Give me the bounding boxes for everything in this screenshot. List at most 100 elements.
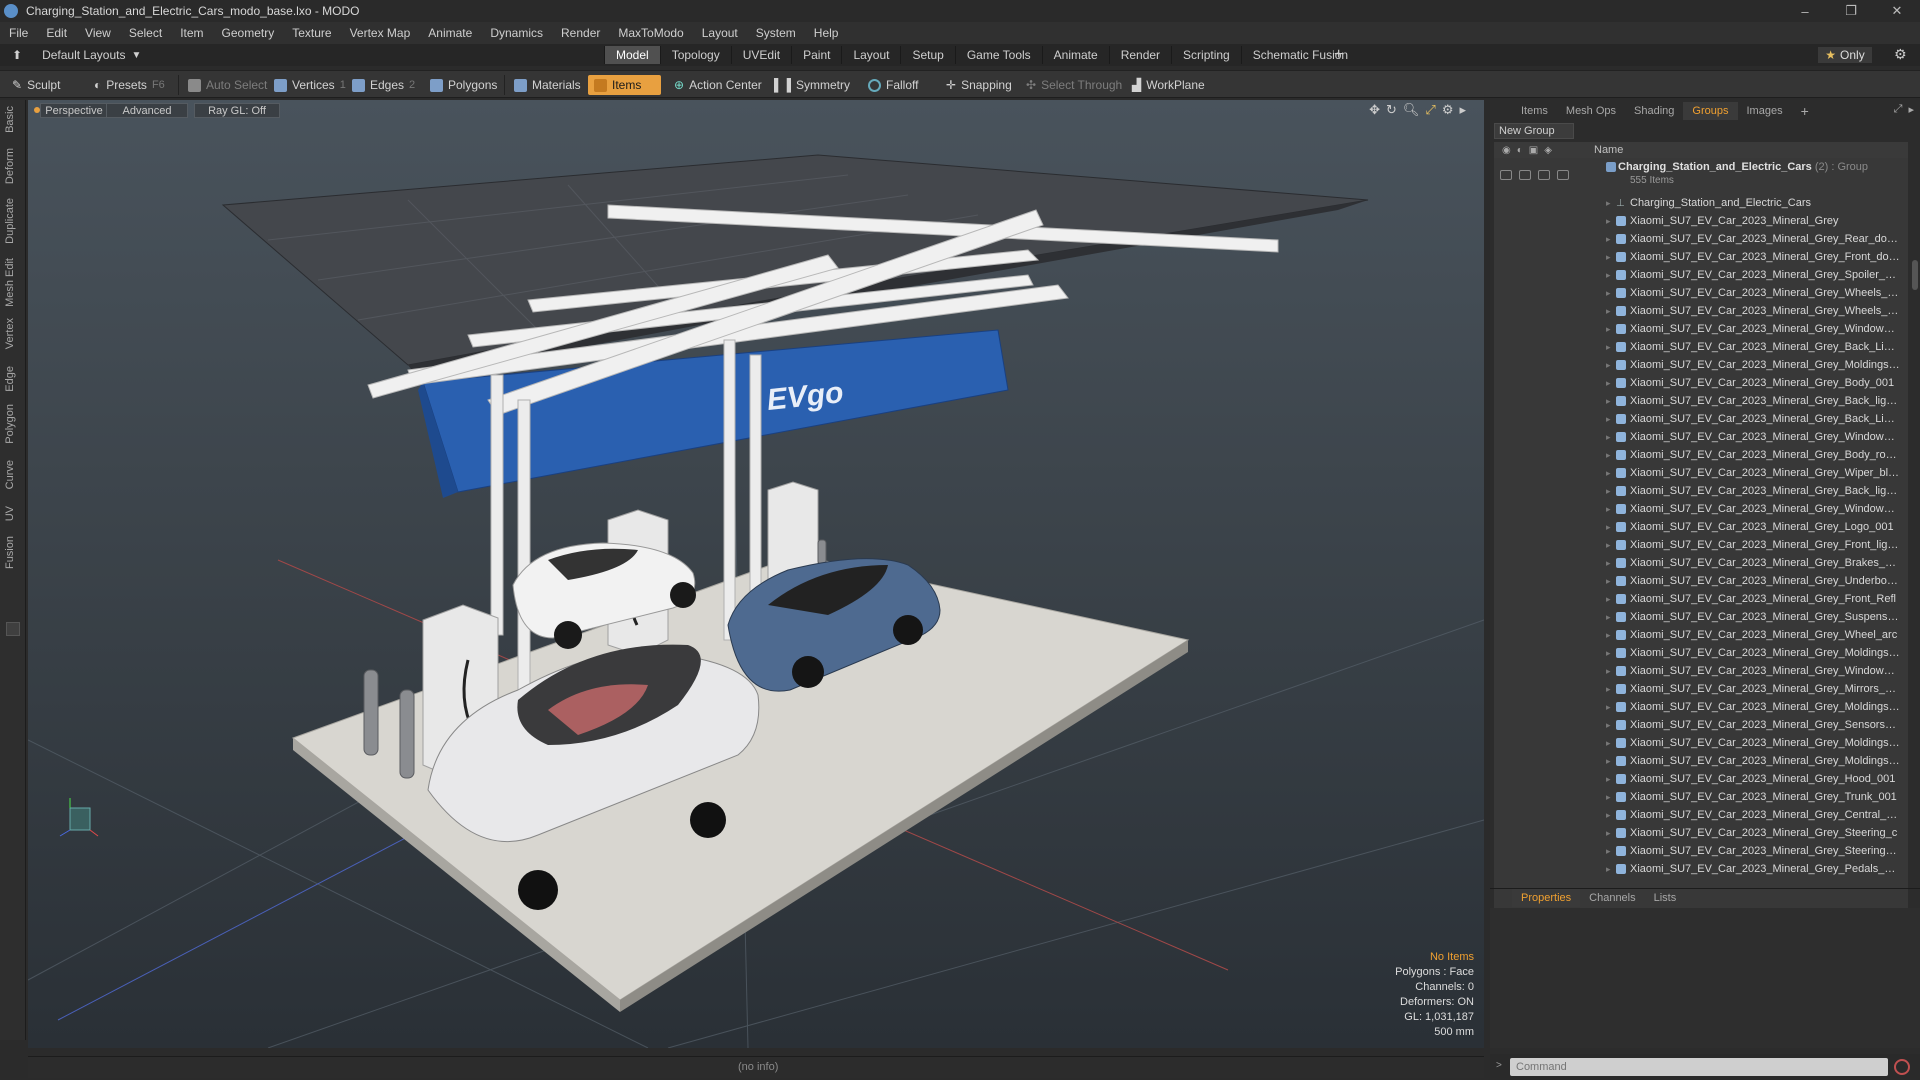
vtab-polygon[interactable]: Polygon bbox=[4, 404, 22, 444]
expand-arrow-icon[interactable]: ▸ bbox=[1606, 414, 1611, 425]
raygl-toggle[interactable]: Ray GL: Off bbox=[194, 103, 280, 118]
shading-mode-button[interactable]: Advanced bbox=[106, 103, 188, 118]
expand-arrow-icon[interactable]: ▸ bbox=[1606, 756, 1611, 767]
render-icon[interactable]: ◐ bbox=[1517, 145, 1523, 156]
expand-arrow-icon[interactable]: ▸ bbox=[1606, 684, 1611, 695]
3d-viewport[interactable]: EVgo Perspective Advanced Ray GL: Off ✥ … bbox=[28, 100, 1484, 1048]
tab-lists[interactable]: Lists bbox=[1645, 889, 1686, 907]
menu-view[interactable]: View bbox=[76, 26, 120, 40]
list-item[interactable]: ▸ ⊥ Charging_Station_and_Electric_Cars bbox=[1494, 194, 1908, 212]
falloff-button[interactable]: Falloff bbox=[862, 75, 924, 95]
list-item[interactable]: ▸ Xiaomi_SU7_EV_Car_2023_Mineral_Grey_Win… bbox=[1494, 662, 1908, 680]
visibility-toggle[interactable] bbox=[1500, 170, 1512, 180]
list-item[interactable]: ▸ Xiaomi_SU7_EV_Car_2023_Mineral_Grey_Bac… bbox=[1494, 410, 1908, 428]
list-item[interactable]: ▸ Xiaomi_SU7_EV_Car_2023_Mineral_Grey_Win… bbox=[1494, 428, 1908, 446]
vtab-duplicate[interactable]: Duplicate bbox=[4, 198, 22, 244]
list-item[interactable]: ▸ Xiaomi_SU7_EV_Car_2023_Mineral_Grey_Log… bbox=[1494, 518, 1908, 536]
vertices-button[interactable]: Vertices 1 bbox=[268, 75, 352, 95]
list-item[interactable]: ▸ Xiaomi_SU7_EV_Car_2023_Mineral_Grey_Und… bbox=[1494, 572, 1908, 590]
default-layouts-dropdown[interactable]: ⬆ Default Layouts ▼ bbox=[12, 47, 141, 63]
menu-help[interactable]: Help bbox=[805, 26, 848, 40]
auto-select-button[interactable]: Auto Select bbox=[182, 75, 273, 95]
expand-arrow-icon[interactable]: ▸ bbox=[1606, 468, 1611, 479]
list-item[interactable]: ▸ Xiaomi_SU7_EV_Car_2023_Mineral_Grey_Whe… bbox=[1494, 626, 1908, 644]
list-item[interactable]: ▸ Xiaomi_SU7_EV_Car_2023_Mineral_Grey_Fro… bbox=[1494, 248, 1908, 266]
vtab-mesh-edit[interactable]: Mesh Edit bbox=[4, 258, 22, 307]
expand-arrow-icon[interactable]: ▸ bbox=[1606, 306, 1611, 317]
list-item[interactable]: ▸ Xiaomi_SU7_EV_Car_2023_Mineral_Grey_Mol… bbox=[1494, 644, 1908, 662]
viewport-settings-icon[interactable]: ⚙ bbox=[1442, 102, 1454, 118]
list-item[interactable]: ▸ Xiaomi_SU7_EV_Car_2023_Mineral_Grey_Mir… bbox=[1494, 680, 1908, 698]
name-column-header[interactable]: Name bbox=[1594, 144, 1623, 156]
list-item[interactable]: ▸ Xiaomi_SU7_EV_Car_2023_Mineral_Grey_Sen… bbox=[1494, 716, 1908, 734]
list-item[interactable]: ▸ Xiaomi_SU7_EV_Car_2023_Mineral_Grey_Whe… bbox=[1494, 284, 1908, 302]
snapping-button[interactable]: ✛ Snapping bbox=[940, 75, 1018, 95]
expand-arrow-icon[interactable]: ▸ bbox=[1606, 198, 1611, 209]
tab-setup[interactable]: Setup bbox=[900, 46, 954, 64]
expand-arrow-icon[interactable]: ▸ bbox=[1606, 252, 1611, 263]
symmetry-button[interactable]: ▌▐ Symmetry bbox=[768, 75, 856, 95]
zoom-icon[interactable]: 🔍︎ bbox=[1403, 102, 1420, 118]
list-item[interactable]: ▸ Xiaomi_SU7_EV_Car_2023_Mineral_Grey_Win… bbox=[1494, 320, 1908, 338]
list-item[interactable]: ▸ Xiaomi_SU7_EV_Car_2023_Mineral_Grey_Mol… bbox=[1494, 752, 1908, 770]
tab-paint[interactable]: Paint bbox=[791, 46, 841, 64]
maximize-panel-icon[interactable]: ⤢ bbox=[1894, 103, 1903, 116]
edges-button[interactable]: Edges 2 bbox=[346, 75, 421, 95]
tab-layout[interactable]: Layout bbox=[841, 46, 900, 64]
expand-arrow-icon[interactable]: ▸ bbox=[1606, 648, 1611, 659]
expand-arrow-icon[interactable]: ▸ bbox=[1606, 576, 1611, 587]
list-item[interactable]: ▸ Xiaomi_SU7_EV_Car_2023_Mineral_Grey_Hoo… bbox=[1494, 770, 1908, 788]
rotate-icon[interactable]: ↻ bbox=[1386, 102, 1397, 118]
menu-maxtomodo[interactable]: MaxToModo bbox=[609, 26, 692, 40]
tab-groups[interactable]: Groups bbox=[1683, 102, 1738, 120]
vtab-deform[interactable]: Deform bbox=[4, 148, 22, 184]
expand-arrow-icon[interactable]: ▸ bbox=[1606, 504, 1611, 515]
list-item[interactable]: ▸ Xiaomi_SU7_EV_Car_2023_Mineral_Grey_Ped… bbox=[1494, 860, 1908, 878]
expand-arrow-icon[interactable]: ▸ bbox=[1606, 360, 1611, 371]
expand-arrow-icon[interactable]: ▸ bbox=[1606, 810, 1611, 821]
view-type-button[interactable]: Perspective bbox=[40, 103, 108, 118]
list-item[interactable]: ▸ Xiaomi_SU7_EV_Car_2023_Mineral_Grey_Spo… bbox=[1494, 266, 1908, 284]
menu-dynamics[interactable]: Dynamics bbox=[481, 26, 552, 40]
list-item[interactable]: ▸ Xiaomi_SU7_EV_Car_2023_Mineral_Grey_Tru… bbox=[1494, 788, 1908, 806]
expand-arrow-icon[interactable]: ▸ bbox=[1606, 540, 1611, 551]
expand-arrow-icon[interactable]: ▸ bbox=[1606, 324, 1611, 335]
expand-arrow-icon[interactable]: ▸ bbox=[1606, 450, 1611, 461]
expand-arrow-icon[interactable]: ▸ bbox=[1606, 666, 1611, 677]
tab-animate[interactable]: Animate bbox=[1041, 46, 1109, 64]
lock-toggle[interactable] bbox=[1538, 170, 1550, 180]
list-item[interactable]: ▸ Xiaomi_SU7_EV_Car_2023_Mineral_Grey_Ste… bbox=[1494, 824, 1908, 842]
maximize-button[interactable]: ❐ bbox=[1828, 0, 1874, 22]
close-button[interactable]: ✕ bbox=[1874, 0, 1920, 22]
render-toggle[interactable] bbox=[1519, 170, 1531, 180]
menu-edit[interactable]: Edit bbox=[37, 26, 76, 40]
polygons-button[interactable]: Polygons bbox=[424, 75, 503, 95]
menu-select[interactable]: Select bbox=[120, 26, 171, 40]
tab-channels[interactable]: Channels bbox=[1580, 889, 1644, 907]
command-clear-icon[interactable] bbox=[1894, 1059, 1910, 1075]
add-tab-icon[interactable]: + bbox=[1334, 46, 1343, 64]
list-item[interactable]: ▸ Xiaomi_SU7_EV_Car_2023_Mineral_Grey_Bac… bbox=[1494, 392, 1908, 410]
expand-arrow-icon[interactable]: ▸ bbox=[1606, 828, 1611, 839]
expand-arrow-icon[interactable]: ▸ bbox=[1606, 216, 1611, 227]
tool-palette-toggle[interactable] bbox=[6, 622, 20, 636]
expand-icon[interactable]: ▸ bbox=[1459, 102, 1466, 118]
list-item[interactable]: ▸ Xiaomi_SU7_EV_Car_2023_Mineral_Grey_Sus… bbox=[1494, 608, 1908, 626]
vtab-curve[interactable]: Curve bbox=[4, 460, 22, 489]
vtab-edge[interactable]: Edge bbox=[4, 366, 22, 392]
menu-vertex-map[interactable]: Vertex Map bbox=[341, 26, 420, 40]
expand-arrow-icon[interactable]: ▸ bbox=[1606, 738, 1611, 749]
workplane-button[interactable]: ▟ WorkPlane bbox=[1126, 75, 1211, 95]
action-center-button[interactable]: ⊕ Action Center bbox=[668, 75, 768, 95]
list-item[interactable]: ▸ Xiaomi_SU7_EV_Car_2023_Mineral_Grey_Rea… bbox=[1494, 230, 1908, 248]
list-item[interactable]: ▸ Xiaomi_SU7_EV_Car_2023_Mineral_Grey_Mol… bbox=[1494, 356, 1908, 374]
menu-file[interactable]: File bbox=[0, 26, 37, 40]
group-row[interactable]: Charging_Station_and_Electric_Cars (2) :… bbox=[1494, 160, 1908, 190]
tab-scripting[interactable]: Scripting bbox=[1171, 46, 1241, 64]
new-group-button[interactable]: New Group bbox=[1494, 123, 1574, 139]
expand-arrow-icon[interactable]: ▸ bbox=[1606, 432, 1611, 443]
list-item[interactable]: ▸ Xiaomi_SU7_EV_Car_2023_Mineral_Grey_Bra… bbox=[1494, 554, 1908, 572]
expand-arrow-icon[interactable]: ▸ bbox=[1606, 630, 1611, 641]
items-button[interactable]: Items bbox=[588, 75, 662, 95]
menu-render[interactable]: Render bbox=[552, 26, 609, 40]
